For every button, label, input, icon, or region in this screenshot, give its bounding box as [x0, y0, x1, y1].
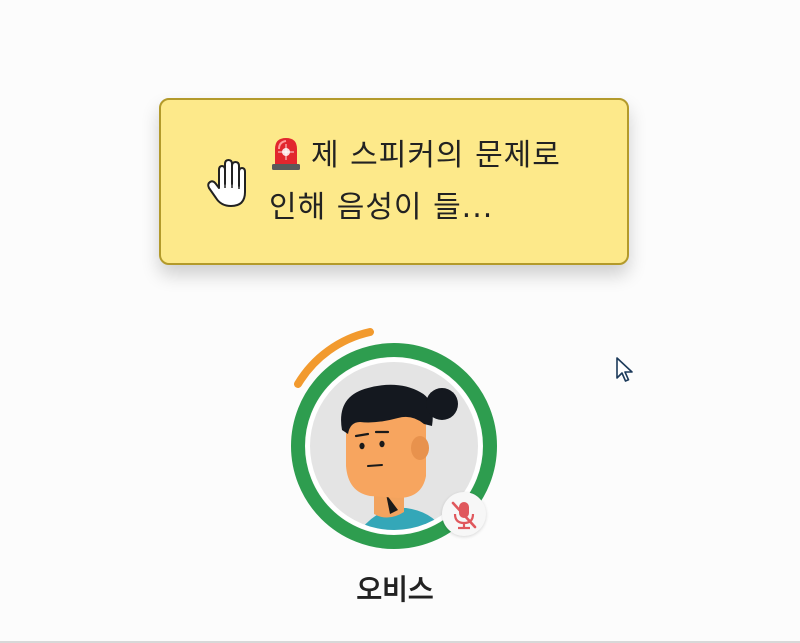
- participant-avatar-tile[interactable]: [286, 326, 506, 556]
- participant-name: 오비스: [356, 573, 434, 606]
- message-text-block: 제 스피커의 문제로 인해 음성이 들...: [269, 130, 589, 234]
- mic-off-badge: [442, 492, 486, 536]
- mouse-cursor-icon: [616, 357, 633, 382]
- mic-off-icon: [451, 501, 477, 530]
- police-siren-icon: [272, 138, 300, 170]
- message-text: 제 스피커의 문제로 인해 음성이 들...: [269, 138, 561, 225]
- raise-hand-message-bubble: 제 스피커의 문제로 인해 음성이 들...: [159, 98, 629, 265]
- raised-hand-icon: [207, 159, 246, 207]
